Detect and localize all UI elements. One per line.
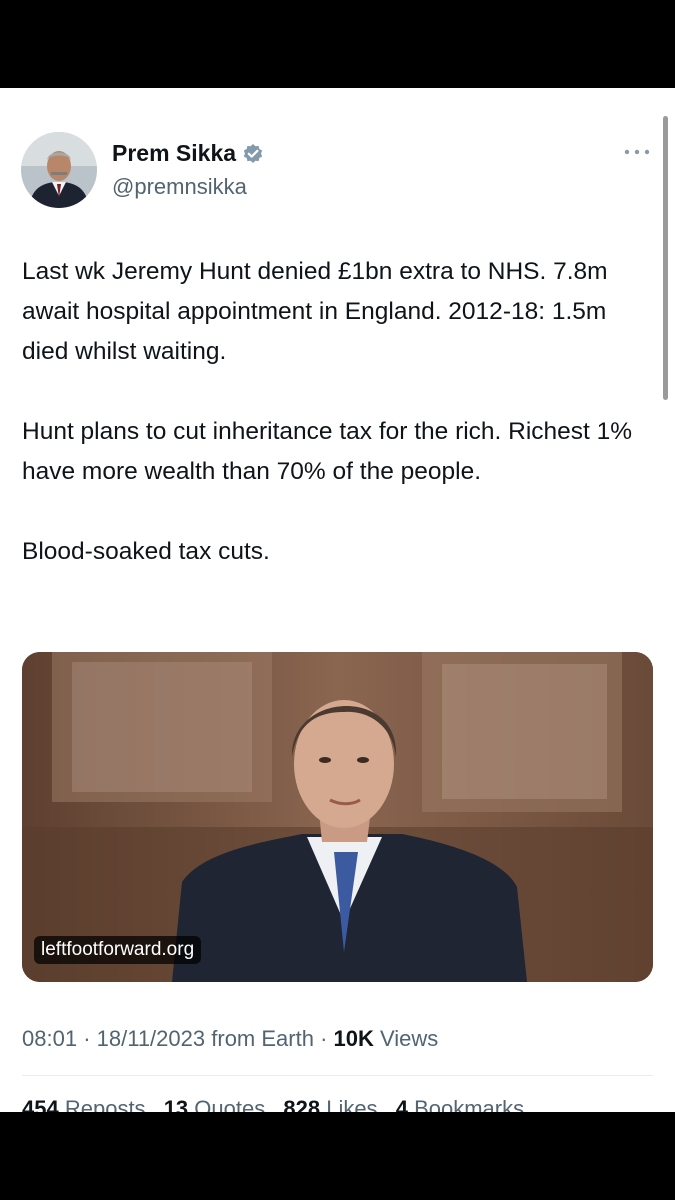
tweet-source: from Earth bbox=[211, 1026, 314, 1051]
tweet-time[interactable]: 08:01 bbox=[22, 1026, 77, 1051]
likes-label: Likes bbox=[326, 1096, 378, 1112]
tweet-card: Prem Sikka @premnsikka Last wk Jeremy Hu… bbox=[0, 88, 675, 1112]
bookmarks-label: Bookmarks bbox=[414, 1096, 525, 1112]
more-options-icon[interactable] bbox=[622, 145, 652, 157]
meta-separator: · bbox=[83, 1026, 91, 1051]
bottom-letterbox bbox=[0, 1112, 675, 1200]
reposts-stat[interactable]: 454 Reposts bbox=[22, 1096, 146, 1112]
views-label: Views bbox=[380, 1026, 439, 1051]
tweet-date[interactable]: 18/11/2023 bbox=[97, 1026, 205, 1051]
bookmarks-stat[interactable]: 4 Bookmarks bbox=[396, 1096, 524, 1112]
author-name-row: Prem Sikka bbox=[112, 140, 264, 167]
tweet-metadata: 08:01 · 18/11/2023 from Earth · 10K View… bbox=[22, 1026, 438, 1052]
user-handle[interactable]: @premnsikka bbox=[112, 174, 247, 200]
scrollbar-thumb[interactable] bbox=[663, 116, 668, 400]
divider bbox=[22, 1075, 653, 1076]
reposts-label: Reposts bbox=[64, 1096, 146, 1112]
quotes-count: 13 bbox=[163, 1096, 189, 1112]
likes-count: 828 bbox=[283, 1096, 321, 1112]
engagement-stats: 454 Reposts 13 Quotes 828 Likes 4 Bookma… bbox=[22, 1096, 524, 1112]
top-letterbox bbox=[0, 0, 675, 88]
tweet-text: Last wk Jeremy Hunt denied £1bn extra to… bbox=[22, 252, 658, 572]
tweet-paragraph: Last wk Jeremy Hunt denied £1bn extra to… bbox=[22, 258, 608, 365]
likes-stat[interactable]: 828 Likes bbox=[283, 1096, 377, 1112]
media-watermark: leftfootforward.org bbox=[34, 936, 202, 964]
tweet-paragraph: Hunt plans to cut inheritance tax for th… bbox=[22, 418, 633, 485]
quotes-stat[interactable]: 13 Quotes bbox=[164, 1096, 266, 1112]
tweet-media-image[interactable]: leftfootforward.org bbox=[22, 652, 653, 982]
meta-separator: · bbox=[320, 1026, 328, 1051]
verified-badge-icon bbox=[242, 143, 264, 165]
display-name[interactable]: Prem Sikka bbox=[112, 140, 236, 167]
bookmarks-count: 4 bbox=[395, 1096, 408, 1112]
quotes-label: Quotes bbox=[194, 1096, 266, 1112]
views-count: 10K bbox=[333, 1026, 374, 1051]
tweet-paragraph: Blood-soaked tax cuts. bbox=[22, 538, 270, 565]
avatar[interactable] bbox=[21, 132, 97, 208]
reposts-count: 454 bbox=[22, 1096, 59, 1112]
